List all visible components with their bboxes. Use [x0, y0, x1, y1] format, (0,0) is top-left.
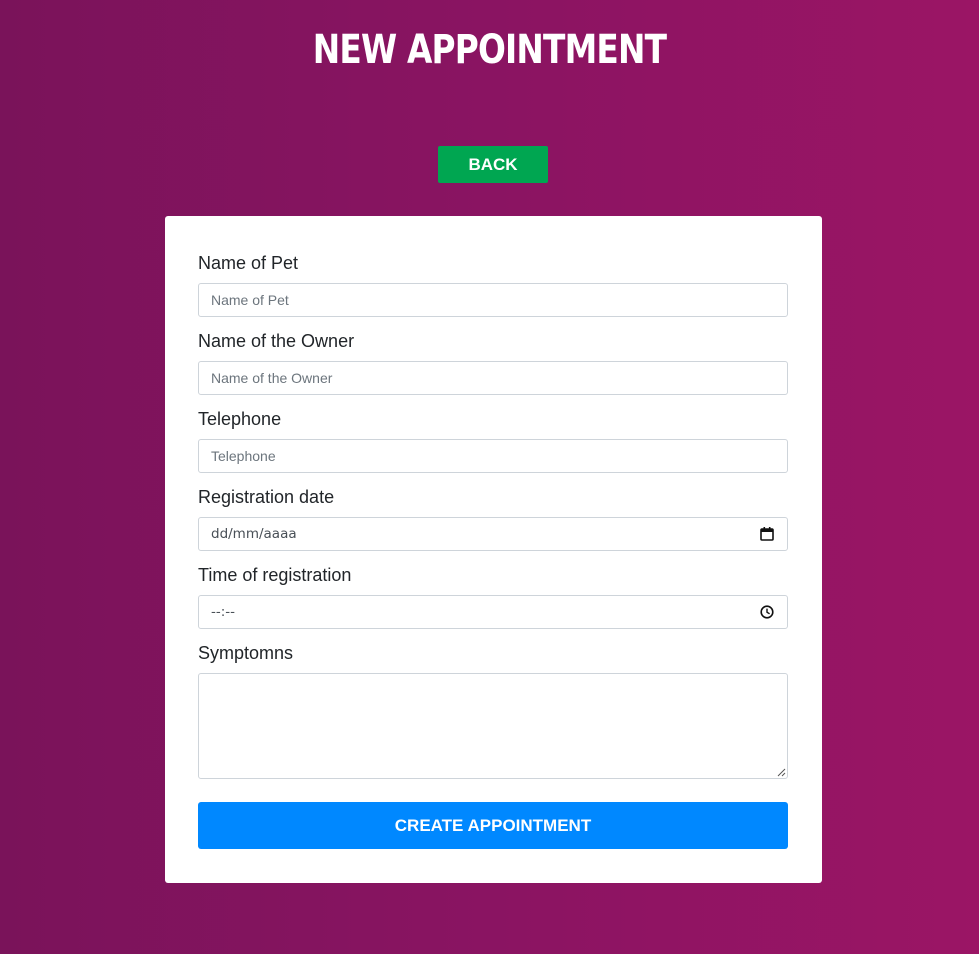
telephone-input[interactable] [198, 439, 788, 473]
owner-name-input[interactable] [198, 361, 788, 395]
page-title: NEW APPOINTMENT [312, 27, 667, 73]
owner-name-label: Name of the Owner [198, 331, 355, 351]
symptoms-textarea[interactable] [198, 673, 788, 779]
symptoms-label: Symptomns [198, 643, 294, 663]
registration-date-value: dd/mm/aaaa [211, 526, 297, 542]
pet-name-input[interactable] [198, 283, 788, 317]
registration-time-input[interactable]: --:-- [198, 595, 788, 629]
registration-time-label: Time of registration [198, 565, 352, 585]
resize-grip-icon[interactable] [776, 767, 786, 777]
registration-time-value: --:-- [211, 604, 236, 620]
appointment-form: Name of Pet Name of the Owner Telephone … [165, 216, 822, 883]
back-button[interactable]: BACK [438, 146, 548, 183]
calendar-icon[interactable] [759, 526, 775, 542]
pet-name-label: Name of Pet [198, 253, 299, 273]
registration-date-input[interactable]: dd/mm/aaaa [198, 517, 788, 551]
create-appointment-button[interactable]: CREATE APPOINTMENT [198, 802, 788, 849]
telephone-label: Telephone [198, 409, 282, 429]
registration-date-label: Registration date [198, 487, 335, 507]
clock-icon[interactable] [759, 604, 775, 620]
